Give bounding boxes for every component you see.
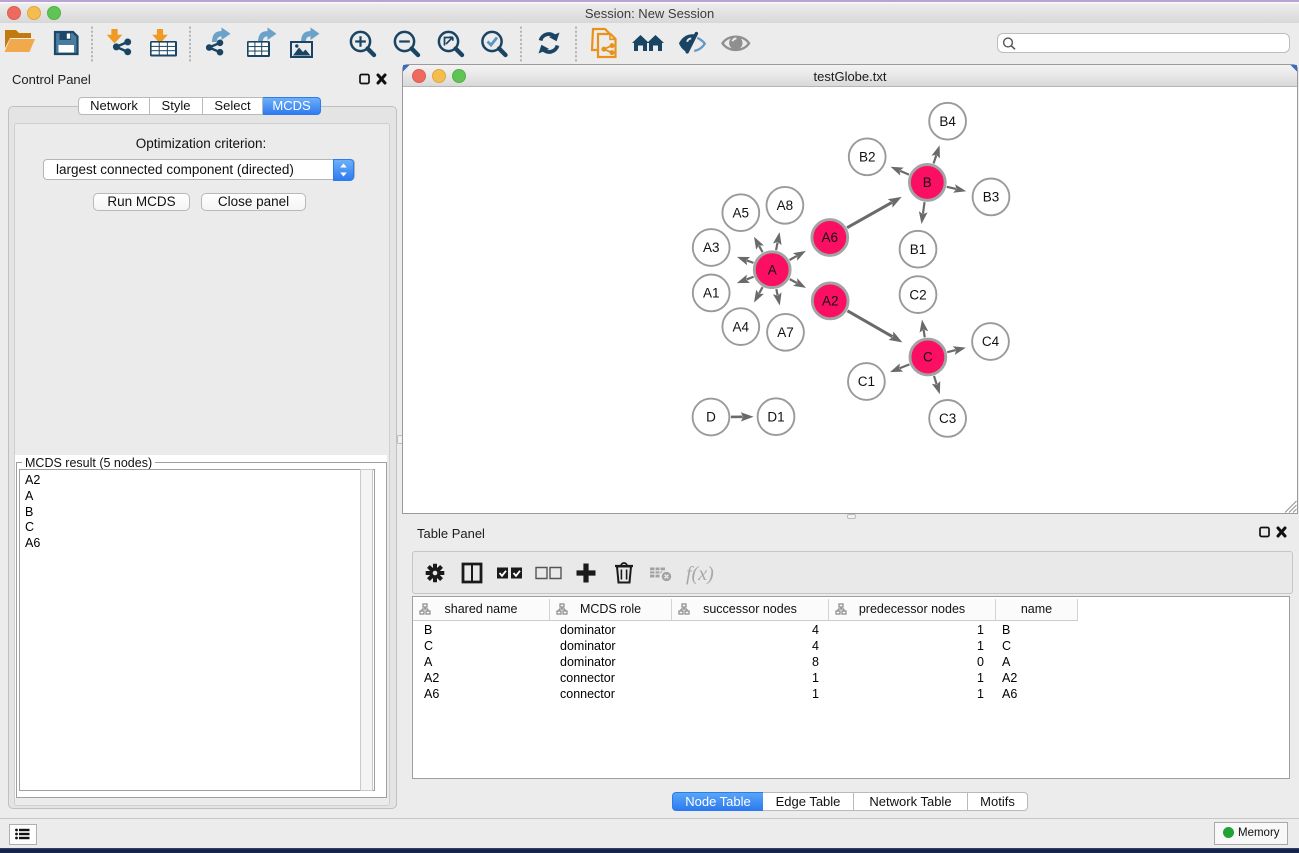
svg-text:A4: A4 <box>733 319 750 334</box>
svg-text:A5: A5 <box>733 205 750 220</box>
svg-text:B2: B2 <box>859 150 876 165</box>
svg-text:A3: A3 <box>703 240 720 255</box>
svg-text:A6: A6 <box>822 230 839 245</box>
svg-text:B: B <box>923 175 932 190</box>
svg-text:B3: B3 <box>983 190 1000 205</box>
svg-text:D1: D1 <box>767 409 784 424</box>
svg-text:C1: C1 <box>858 374 875 389</box>
svg-text:A7: A7 <box>777 325 794 340</box>
svg-text:D: D <box>706 410 716 425</box>
svg-text:C2: C2 <box>909 287 926 302</box>
svg-text:A1: A1 <box>703 286 720 301</box>
svg-text:B4: B4 <box>939 114 956 129</box>
svg-text:C: C <box>923 350 933 365</box>
svg-text:C4: C4 <box>982 334 1000 349</box>
svg-text:B1: B1 <box>910 242 927 257</box>
svg-text:A2: A2 <box>822 294 839 309</box>
svg-text:A: A <box>768 262 777 277</box>
svg-text:f(x): f(x) <box>686 563 714 585</box>
svg-text:A8: A8 <box>777 198 794 213</box>
svg-text:C3: C3 <box>939 411 956 426</box>
